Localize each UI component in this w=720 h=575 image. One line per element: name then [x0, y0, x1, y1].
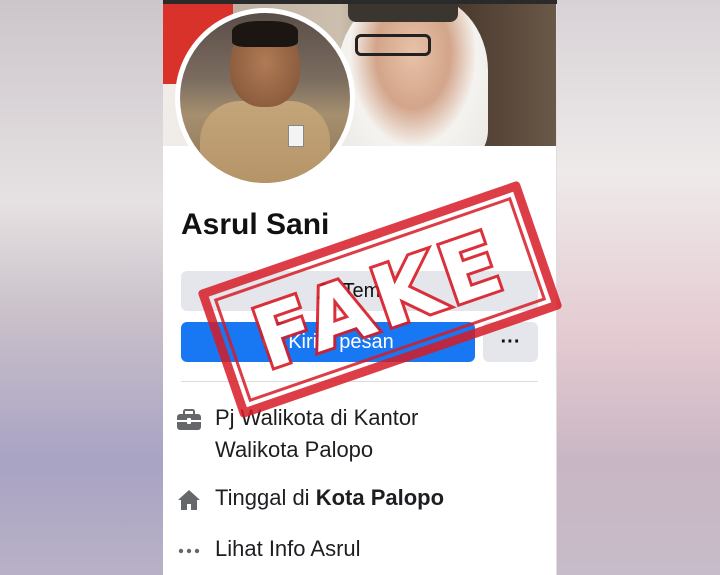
- background-right: [557, 0, 720, 575]
- more-dots-icon: [175, 537, 203, 565]
- info-work[interactable]: Pj Walikota di Kantor Walikota Palopo: [175, 402, 418, 466]
- briefcase-icon: [175, 406, 203, 434]
- profile-name: Asrul Sani: [181, 208, 330, 241]
- more-options-label: ···: [500, 330, 521, 353]
- info-residence-text: Tinggal di Kota Palopo: [215, 482, 444, 514]
- info-residence-city: Kota Palopo: [315, 485, 445, 510]
- home-icon: [175, 486, 203, 514]
- avatar-shirt: [200, 101, 330, 183]
- info-work-line2: Walikota Palopo: [215, 437, 374, 462]
- avatar-photo: [180, 13, 350, 183]
- avatar[interactable]: [175, 8, 355, 188]
- info-see-more-text: Lihat Info Asrul: [215, 536, 361, 561]
- avatar-id-badge: [288, 125, 304, 147]
- cover-cap: [348, 4, 458, 22]
- info-residence[interactable]: Tinggal di Kota Palopo: [175, 482, 444, 514]
- info-see-more[interactable]: Lihat Info Asrul: [175, 533, 361, 565]
- background-left: [0, 0, 163, 575]
- info-residence-prefix: Tinggal di: [215, 485, 316, 510]
- cover-person: [338, 4, 488, 146]
- cover-glasses: [355, 34, 431, 56]
- avatar-hair: [232, 21, 298, 47]
